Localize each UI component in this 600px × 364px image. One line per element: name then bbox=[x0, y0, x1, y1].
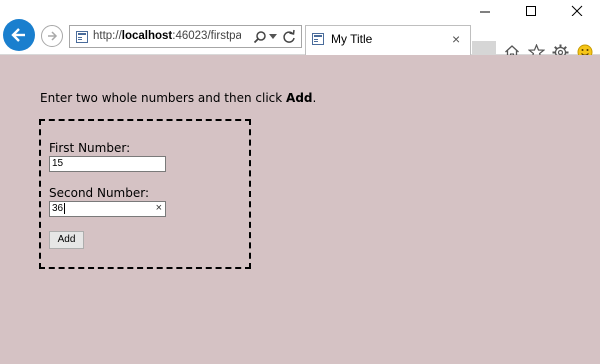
forward-arrow-icon bbox=[48, 31, 58, 41]
text-cursor bbox=[64, 203, 66, 214]
first-number-input[interactable]: 15 bbox=[49, 156, 166, 172]
second-number-value: 36 bbox=[52, 203, 64, 215]
forward-button[interactable] bbox=[41, 25, 63, 47]
second-number-input[interactable]: 36 × bbox=[49, 201, 166, 217]
tab-title: My Title bbox=[331, 32, 373, 46]
back-arrow-icon bbox=[11, 28, 25, 42]
instructions-main: Enter two whole numbers and then click bbox=[40, 91, 287, 105]
second-number-label: Second Number: bbox=[49, 186, 150, 200]
address-bar[interactable]: http://localhost:46023/firstpag bbox=[69, 25, 302, 48]
tab-close-icon[interactable]: × bbox=[452, 31, 460, 47]
address-url[interactable]: http://localhost:46023/firstpag bbox=[93, 30, 241, 42]
instructions-text: Enter two whole numbers and then click A… bbox=[40, 91, 316, 105]
page-content: Enter two whole numbers and then click A… bbox=[0, 55, 600, 364]
first-number-label: First Number: bbox=[49, 141, 131, 155]
address-prefix: http:// bbox=[93, 30, 122, 42]
page-icon bbox=[76, 31, 88, 43]
address-host: localhost bbox=[121, 30, 173, 42]
instructions-bold: Add bbox=[286, 91, 313, 105]
navigation-bar: http://localhost:46023/firstpag My Title… bbox=[0, 16, 600, 69]
instructions-end: . bbox=[312, 91, 317, 105]
clear-input-icon[interactable]: × bbox=[156, 202, 162, 214]
search-icon[interactable] bbox=[253, 30, 267, 44]
refresh-icon[interactable] bbox=[282, 29, 296, 44]
page-icon bbox=[312, 33, 324, 45]
dropdown-icon[interactable] bbox=[269, 34, 277, 39]
first-number-value: 15 bbox=[52, 158, 64, 169]
add-button[interactable]: Add bbox=[49, 231, 84, 249]
back-button[interactable] bbox=[3, 19, 35, 51]
address-rest: :46023/firstpag bbox=[172, 30, 241, 42]
number-form: First Number: 15 Second Number: 36 × Add bbox=[39, 119, 251, 269]
